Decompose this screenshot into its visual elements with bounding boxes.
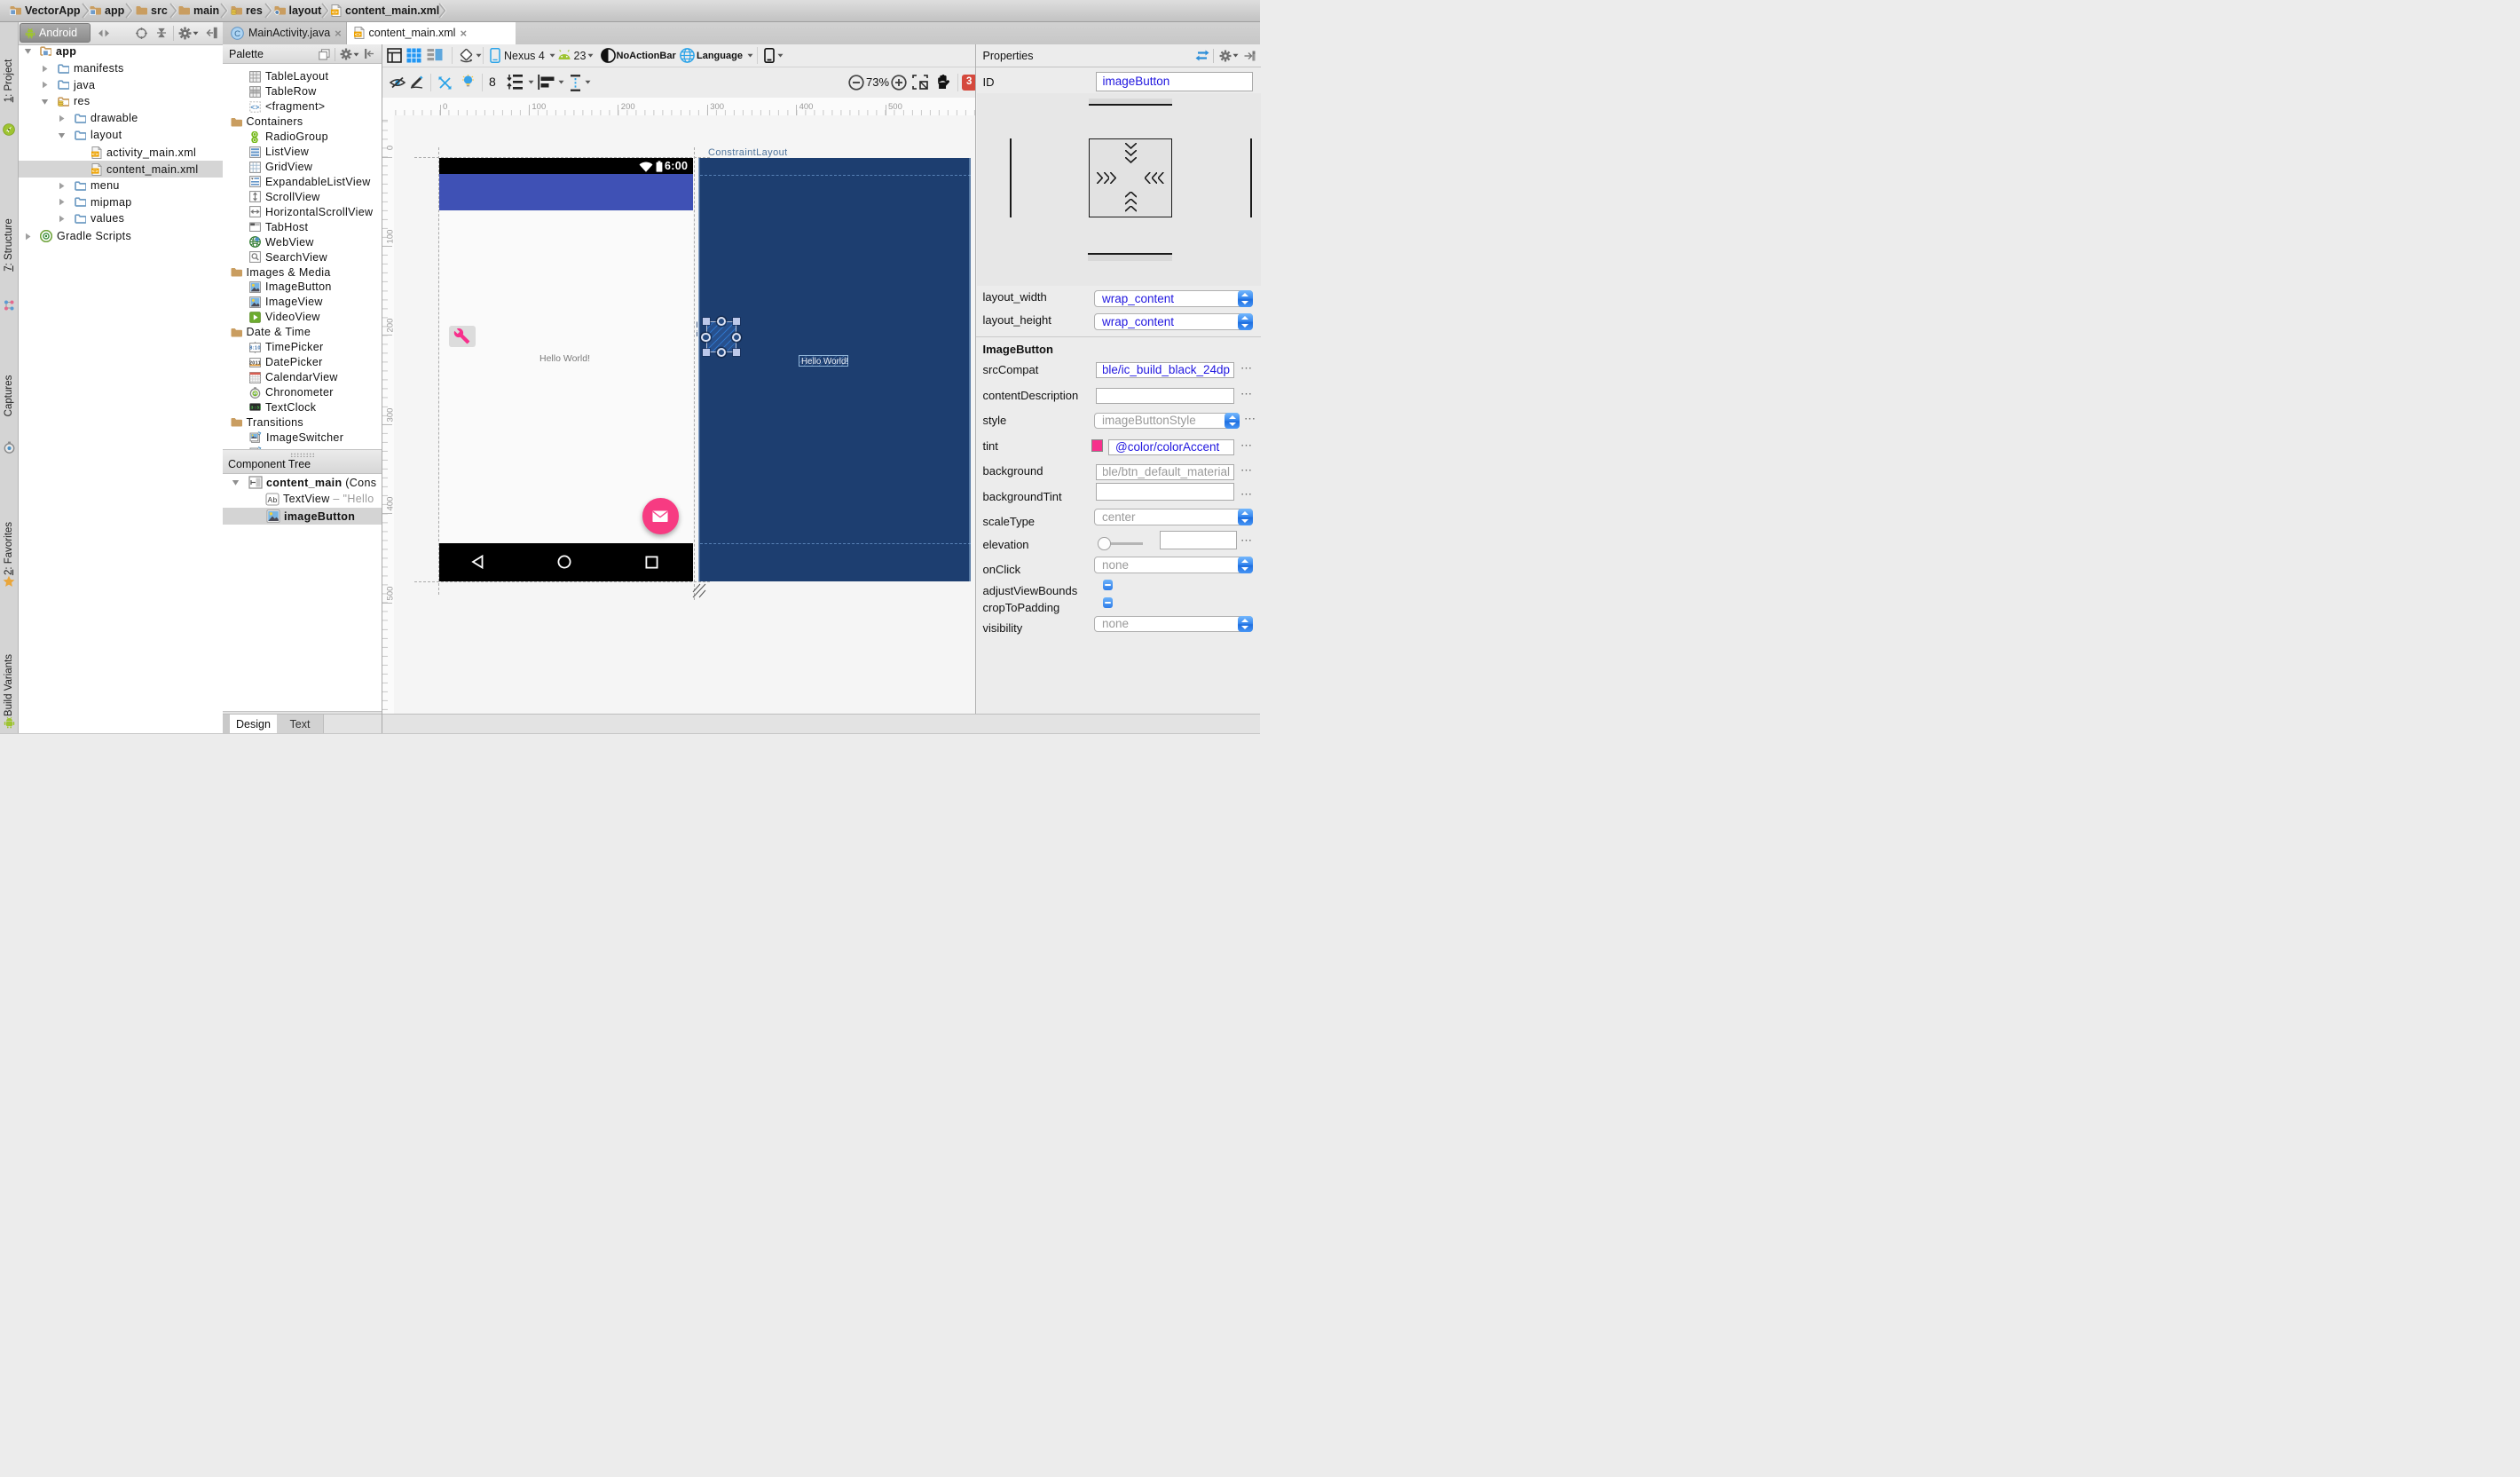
svg-text:1: 1 [254,391,256,396]
svg-text:Ab: Ab [267,495,277,504]
svg-text:<>: <> [354,32,360,37]
svg-text:8:10: 8:10 [249,345,261,351]
svg-text:<>: <> [332,10,338,15]
svg-text:<>: <> [92,169,99,174]
svg-text:13:31: 13:31 [249,406,261,411]
svg-text:C: C [234,29,240,39]
svg-text:<>: <> [250,103,259,111]
svg-text:<>: <> [92,152,99,157]
